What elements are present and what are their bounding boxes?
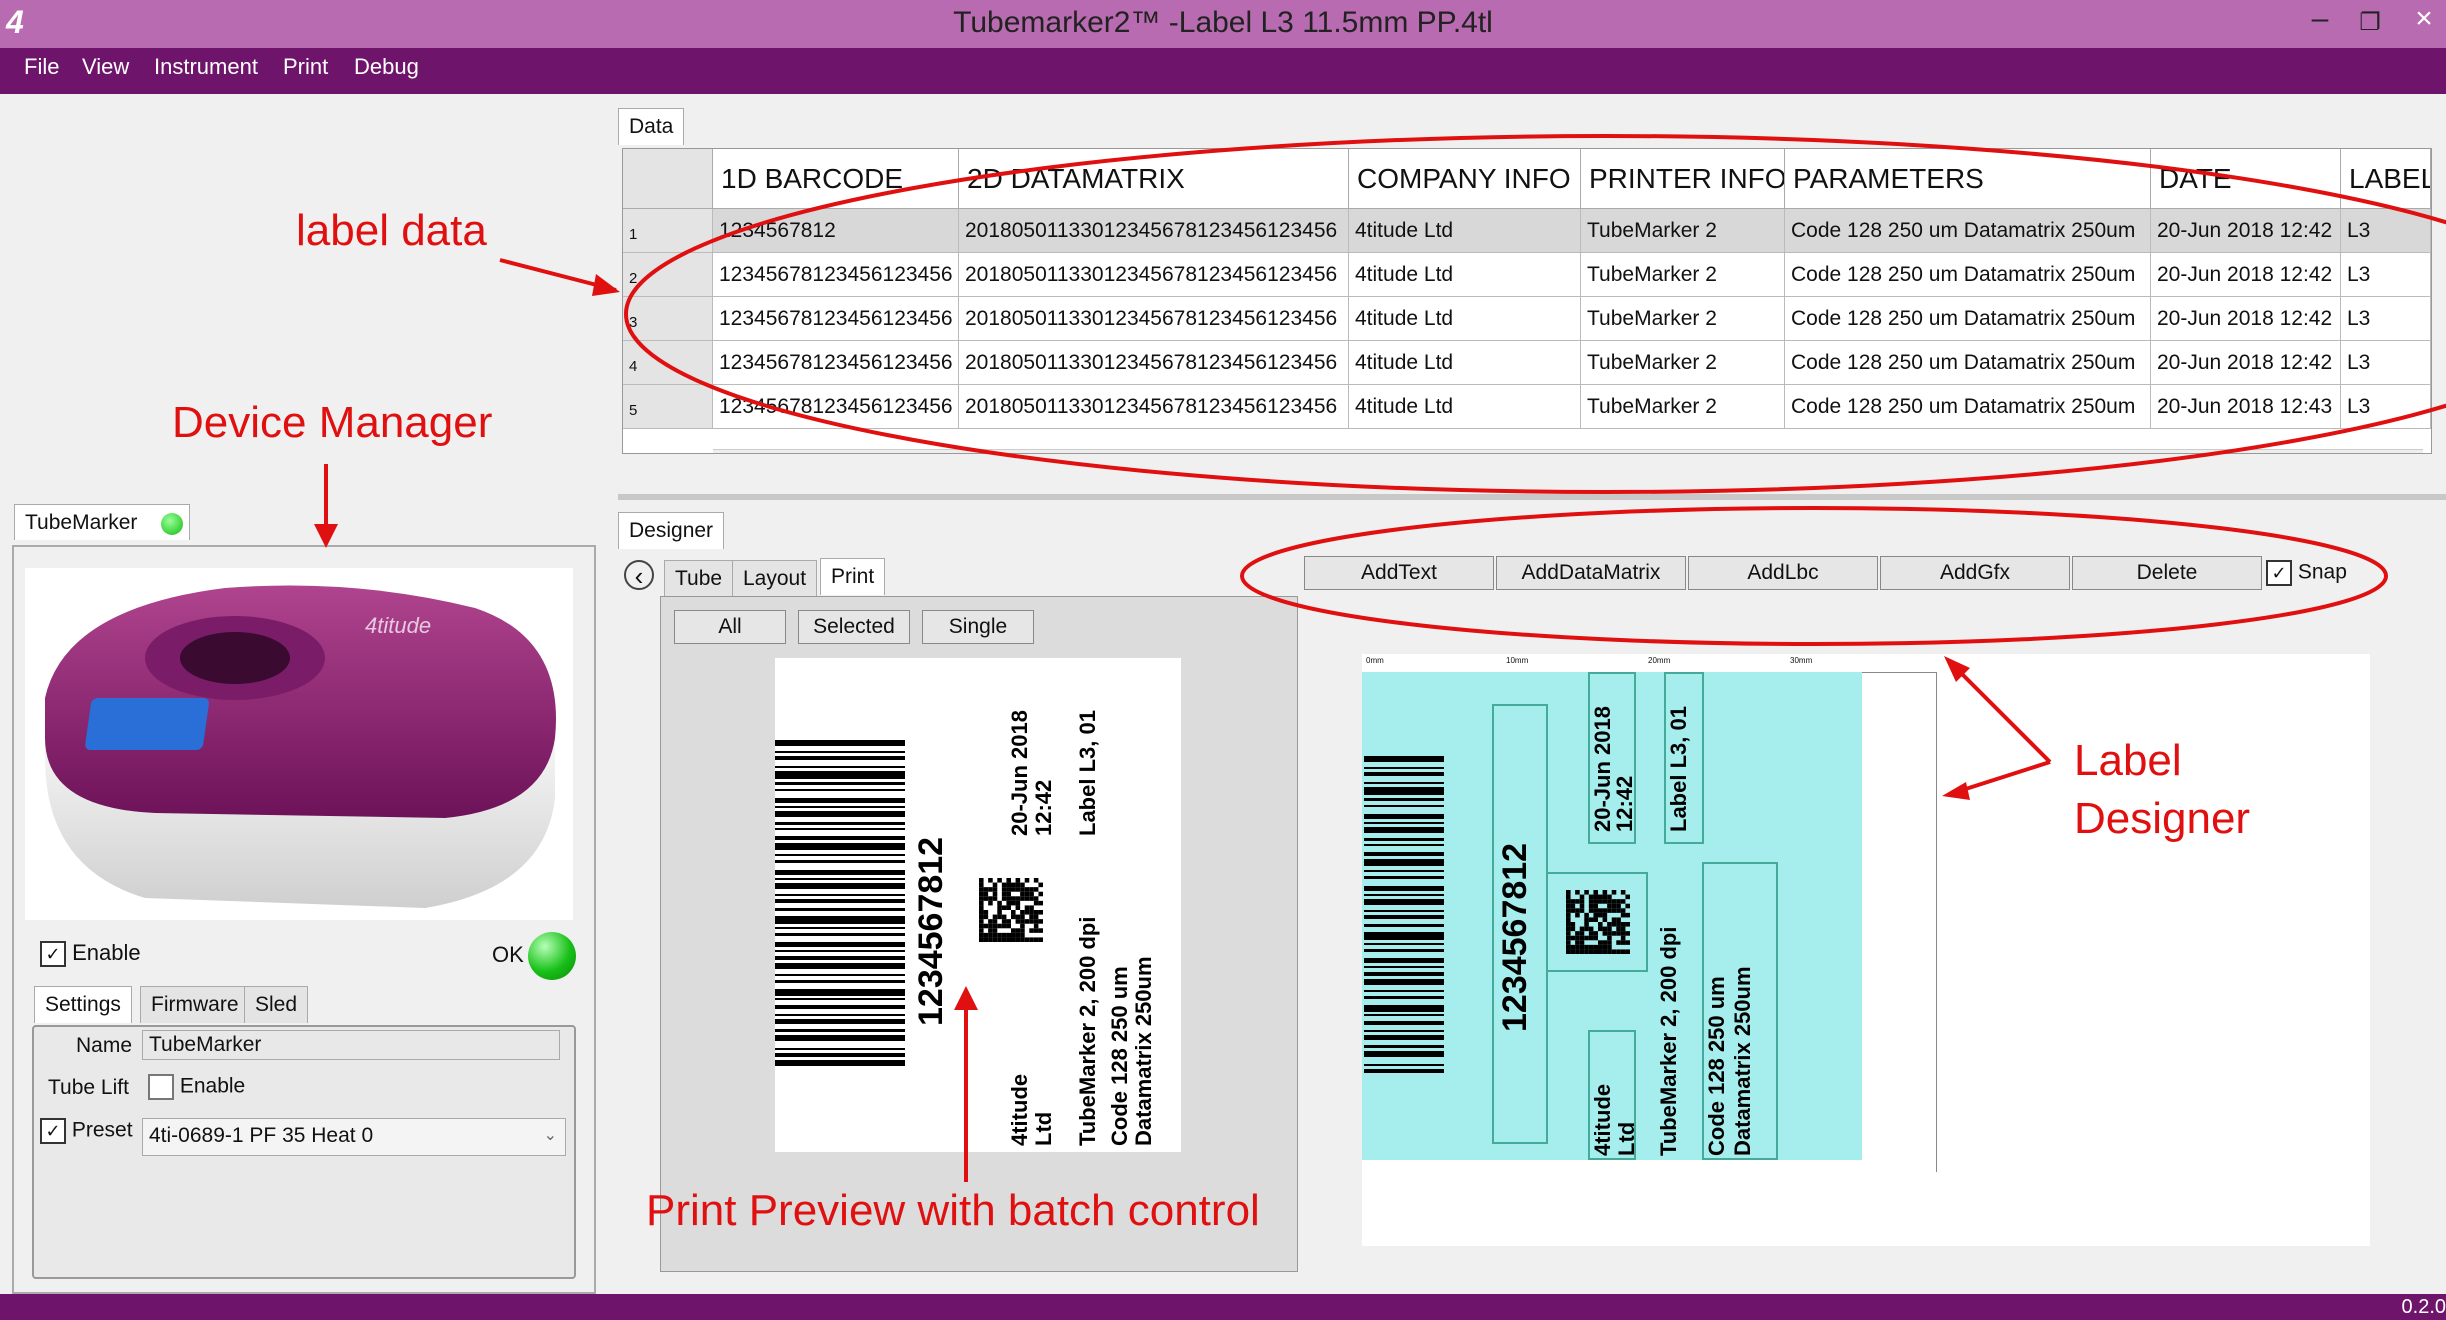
print-preview-arrowhead — [954, 986, 978, 1010]
annotation-label-data: label data — [296, 206, 487, 255]
label-data-ellipse — [624, 134, 2446, 494]
label-designer-arrow-1 — [1948, 660, 2052, 764]
designer-toolbar-ellipse — [1240, 506, 2388, 646]
label-data-arrowhead — [592, 274, 620, 296]
device-manager-arrowhead — [314, 524, 338, 548]
annotation-print-preview: Print Preview with batch control — [646, 1186, 1260, 1235]
label-designer-arrowhead-2 — [1942, 782, 1970, 800]
annotation-device-manager: Device Manager — [172, 398, 493, 447]
annotation-overlay — [314, 134, 2446, 1182]
annotation-label-designer-2: Designer — [2074, 794, 2251, 843]
annotation-label-designer-1: Label — [2074, 736, 2182, 785]
